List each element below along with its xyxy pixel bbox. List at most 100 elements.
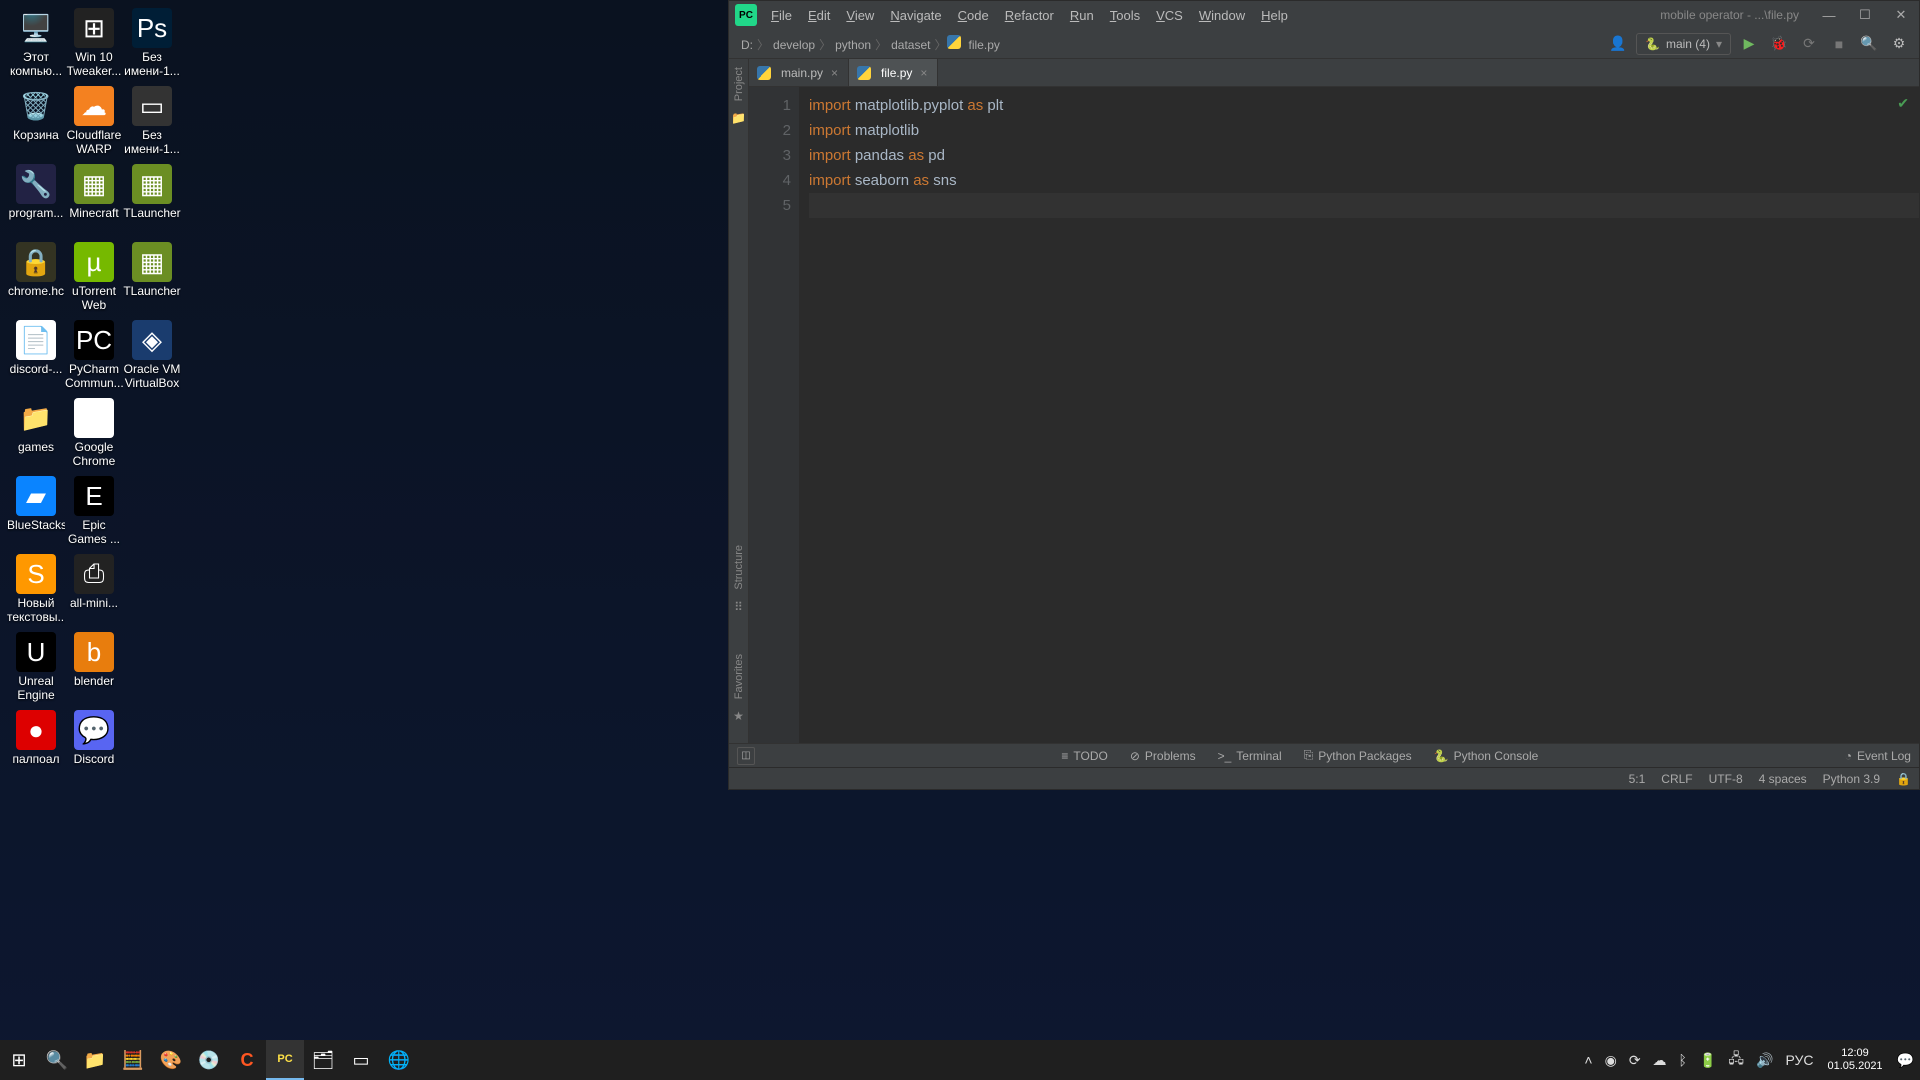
code-editor[interactable]: 12345 import matplotlib.pyplot as pltimp… [749,87,1919,743]
menu-refactor[interactable]: Refactor [997,4,1062,27]
tray-network-icon[interactable]: 🖧 [1722,1040,1750,1080]
breadcrumb-item[interactable]: file.py [965,38,1004,52]
taskbar-start-button[interactable]: ⊞ [0,1040,38,1080]
menu-file[interactable]: File [763,4,800,27]
desktop-icon-2[interactable]: PsБез имени-1... [124,8,180,78]
taskbar-pycharm-button[interactable]: PC [266,1040,304,1080]
caret-position[interactable]: 5:1 [1629,772,1646,786]
menu-run[interactable]: Run [1062,4,1102,27]
close-tab-icon[interactable]: × [918,66,929,80]
desktop-icon-0[interactable]: 🖥️Этот компью... [8,8,64,78]
desktop-icon-18[interactable]: EEpic Games ... [66,476,122,546]
desktop-icon-11[interactable]: ▦TLauncher [124,242,180,298]
taskbar-search-button[interactable]: 🔍 [38,1040,76,1080]
menu-view[interactable]: View [838,4,882,27]
menu-code[interactable]: Code [950,4,997,27]
user-icon[interactable]: 👤 [1606,32,1630,56]
taskbar-paint-button[interactable]: 🎨 [152,1040,190,1080]
tray-bluetooth-icon[interactable]: ᛒ [1673,1040,1693,1080]
tool-todo[interactable]: ≡TODO [1061,748,1107,763]
settings-button[interactable]: ⚙ [1887,32,1911,56]
star-icon[interactable]: ★ [733,709,744,723]
desktop-icon-9[interactable]: 🔒chrome.hc [8,242,64,298]
desktop-icon-21[interactable]: UUnreal Engine [8,632,64,702]
inspection-ok-icon[interactable]: ✔ [1897,95,1909,112]
taskbar[interactable]: ⊞🔍📁🧮🎨💿CPC🗂▭🌐 ˄◉⟳☁ᛒ🔋🖧🔊 РУС 12:0901.05.202… [0,1040,1920,1080]
code-line[interactable]: import matplotlib [809,118,1919,143]
taskbar-disc-button[interactable]: 💿 [190,1040,228,1080]
menu-help[interactable]: Help [1253,4,1296,27]
run-config-selector[interactable]: 🐍main (4)▾ [1636,33,1731,55]
line-separator[interactable]: CRLF [1661,772,1692,786]
clock[interactable]: 12:0901.05.2021 [1820,1047,1891,1073]
desktop-icon-8[interactable]: ▦TLauncher [124,164,180,220]
desktop-icon-24[interactable]: 💬Discord [66,710,122,766]
desktop-icon-15[interactable]: 📁games [8,398,64,454]
action-center-icon[interactable]: 💬 [1891,1040,1920,1080]
code-line[interactable]: import pandas as pd [809,143,1919,168]
event-log-button[interactable]: ◔Event Log [1845,749,1911,763]
desktop-icon-20[interactable]: ⎙all-mini... [66,554,122,610]
tool-python-console[interactable]: 🐍Python Console [1434,748,1539,763]
desktop-icon-7[interactable]: ▦Minecraft [66,164,122,220]
menu-vcs[interactable]: VCS [1148,4,1191,27]
breadcrumb-item[interactable]: python [831,38,875,52]
desktop-icon-14[interactable]: ◈Oracle VM VirtualBox [124,320,180,390]
readonly-lock-icon[interactable]: 🔒 [1896,772,1911,786]
desktop-icon-6[interactable]: 🔧program... [8,164,64,220]
tray-overflow-icon[interactable]: ˄ [1578,1040,1598,1080]
desktop-icon-10[interactable]: µuTorrent Web [66,242,122,312]
desktop-icon-13[interactable]: PCPyCharm Commun... [66,320,122,390]
tray-onedrive-icon[interactable]: ☁ [1647,1040,1673,1080]
search-button[interactable]: 🔍 [1857,32,1881,56]
minimize-button[interactable]: — [1811,1,1847,29]
code-line[interactable]: import seaborn as sns [809,168,1919,193]
breadcrumb-item[interactable]: D: [737,38,757,52]
desktop-icon-23[interactable]: ●палпоал [8,710,64,766]
interpreter[interactable]: Python 3.9 [1823,772,1880,786]
menu-window[interactable]: Window [1191,4,1253,27]
menu-edit[interactable]: Edit [800,4,838,27]
code-line[interactable]: import matplotlib.pyplot as plt [809,93,1919,118]
tray-battery-icon[interactable]: 🔋 [1693,1040,1722,1080]
taskbar-ccleaner-button[interactable]: C [228,1040,266,1080]
breadcrumb-item[interactable]: develop [769,38,819,52]
code-area[interactable]: import matplotlib.pyplot as pltimport ma… [799,87,1919,743]
desktop-icon-1[interactable]: ⊞Win 10 Tweaker... [66,8,122,78]
tool-python-packages[interactable]: ⎘Python Packages [1304,748,1412,763]
coverage-button[interactable]: ⟳ [1797,32,1821,56]
folder-icon[interactable]: 📁 [731,111,746,125]
tool-terminal[interactable]: >_Terminal [1218,748,1282,763]
tray-sync-icon[interactable]: ⟳ [1623,1040,1647,1080]
taskbar-calculator-button[interactable]: 🧮 [114,1040,152,1080]
menu-navigate[interactable]: Navigate [882,4,949,27]
run-button[interactable]: ▶ [1737,32,1761,56]
taskbar-sandbox-button[interactable]: ▭ [342,1040,380,1080]
desktop-icon-3[interactable]: 🗑️Корзина [8,86,64,142]
structure-tool[interactable]: Structure [733,545,745,590]
favorites-tool[interactable]: Favorites [733,654,745,699]
desktop-icon-22[interactable]: bblender [66,632,122,688]
taskbar-chrome-button[interactable]: 🌐 [380,1040,418,1080]
close-button[interactable]: ✕ [1883,1,1919,29]
tool-window-toggle[interactable]: ◫ [737,747,755,765]
menu-tools[interactable]: Tools [1102,4,1148,27]
maximize-button[interactable]: ☐ [1847,1,1883,29]
tool-problems[interactable]: ⊘Problems [1130,748,1196,763]
breadcrumb-item[interactable]: dataset [887,38,934,52]
titlebar[interactable]: PC FileEditViewNavigateCodeRefactorRunTo… [729,1,1919,29]
taskbar-utility-button[interactable]: 🗂 [304,1040,342,1080]
desktop-icon-16[interactable]: ●Google Chrome [66,398,122,468]
editor-tab-main-py[interactable]: main.py× [749,59,849,86]
desktop-icon-12[interactable]: 📄discord-... [8,320,64,376]
desktop-icon-4[interactable]: ☁Cloudflare WARP [66,86,122,156]
close-tab-icon[interactable]: × [829,66,840,80]
tray-volume-icon[interactable]: 🔊 [1750,1040,1779,1080]
desktop-icon-5[interactable]: ▭Без имени-1... [124,86,180,156]
tray-nvidia-icon[interactable]: ◉ [1599,1040,1623,1080]
project-tool[interactable]: Project [733,67,745,101]
code-line[interactable] [809,193,1919,218]
debug-button[interactable]: 🐞 [1767,32,1791,56]
encoding[interactable]: UTF-8 [1709,772,1743,786]
desktop-icon-19[interactable]: SНовый текстовы... [8,554,64,624]
